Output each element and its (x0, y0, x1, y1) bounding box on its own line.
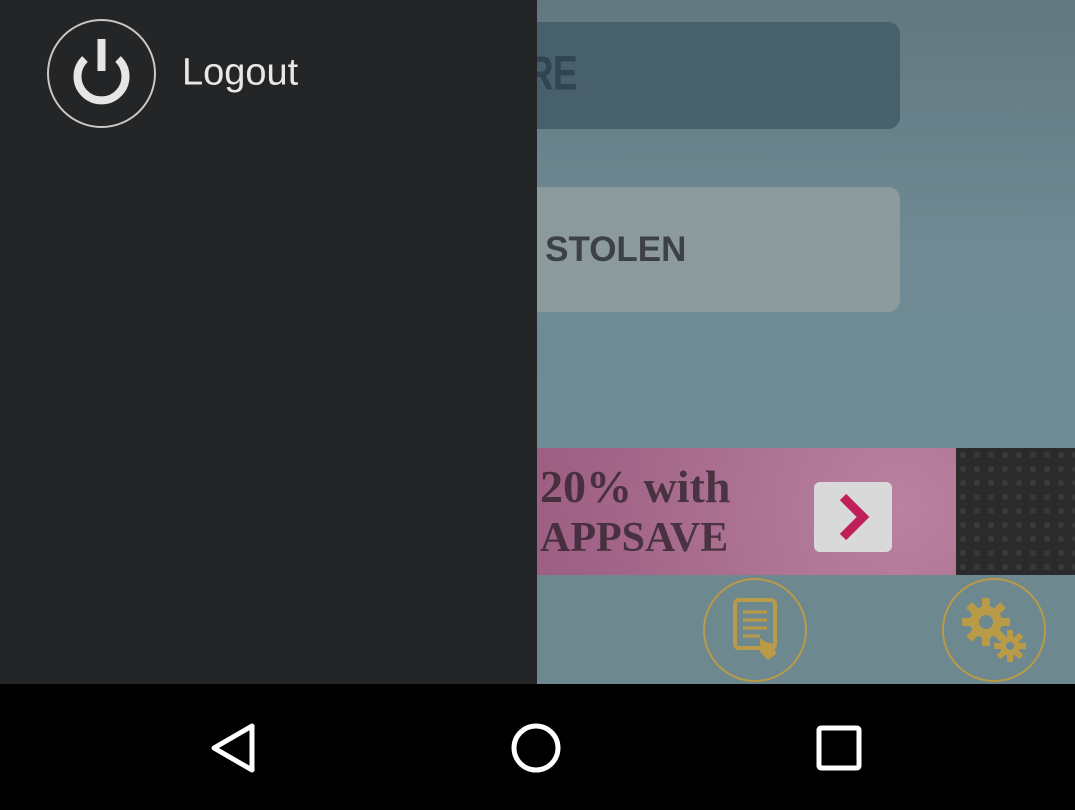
ad-go-button[interactable] (814, 482, 892, 552)
home-icon[interactable] (509, 721, 563, 775)
ad-brand: APPSAVE (540, 515, 729, 561)
report-stolen-label: F STOLEN (514, 230, 687, 269)
ad-side-panel (956, 448, 1075, 575)
power-icon (47, 19, 156, 128)
system-navigation-bar (0, 684, 1075, 810)
settings-button[interactable] (942, 578, 1046, 682)
ad-headline: 20% with (540, 461, 731, 512)
back-icon[interactable] (208, 722, 258, 774)
gears-icon (962, 598, 1026, 662)
chevron-right-icon (839, 493, 870, 541)
document-tap-button[interactable] (703, 578, 807, 682)
recents-icon[interactable] (815, 724, 863, 772)
navigation-drawer: Logout (0, 0, 537, 684)
drawer-item-logout[interactable]: Logout (0, 0, 537, 140)
drawer-item-label: Logout (182, 51, 299, 94)
document-tap-icon (733, 598, 777, 660)
